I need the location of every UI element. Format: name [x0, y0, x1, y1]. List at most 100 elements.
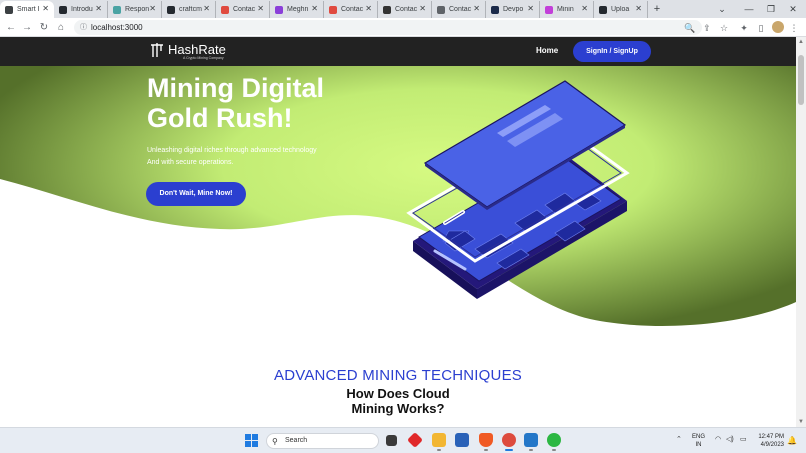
- battery-icon[interactable]: ▭: [740, 435, 747, 443]
- nav-home-link[interactable]: Home: [536, 46, 558, 55]
- language-line2: IN: [695, 442, 702, 448]
- tab-title: Contac: [341, 6, 364, 13]
- app-red-diamond-icon[interactable]: [407, 432, 423, 448]
- tab-search-button[interactable]: ⌄: [707, 0, 737, 18]
- clock[interactable]: 12:47 PM 4/9/2023: [754, 433, 784, 449]
- taskbar-search[interactable]: ⚲ Search: [266, 433, 379, 449]
- browser-tab[interactable]: Uploa ✕: [594, 1, 648, 18]
- file-explorer-icon[interactable]: [432, 433, 446, 451]
- tab-favicon-icon: [491, 5, 499, 14]
- scroll-down-icon[interactable]: ▼: [798, 419, 804, 425]
- search-icon: ⚲: [272, 437, 278, 446]
- clock-date: 4/9/2023: [760, 442, 784, 448]
- section-title: How Does Cloud Mining Works?: [0, 386, 796, 416]
- browser-tab[interactable]: Devpo ✕: [486, 1, 540, 18]
- site-navbar: HashRate A Crypto Mining Company Home Si…: [0, 37, 796, 66]
- new-tab-button[interactable]: +: [648, 1, 666, 18]
- address-bar[interactable]: ⓘ localhost:3000: [74, 20, 702, 35]
- browser-tab[interactable]: Respon ✕: [108, 1, 162, 18]
- browser-tab[interactable]: Introdu ✕: [54, 1, 108, 18]
- tab-favicon-icon: [545, 5, 553, 14]
- reload-icon[interactable]: ↻: [37, 21, 51, 35]
- tab-title: Devpo: [503, 6, 524, 13]
- section-title-line2: Mining Works?: [351, 401, 445, 416]
- browser-tab[interactable]: Contac ✕: [324, 1, 378, 18]
- tab-close-icon[interactable]: ✕: [203, 4, 210, 13]
- browser-tab[interactable]: Meghn ✕: [270, 1, 324, 18]
- vscode-icon[interactable]: [524, 433, 538, 451]
- notification-bell-icon[interactable]: 🔔: [787, 436, 797, 445]
- forward-icon[interactable]: →: [20, 21, 34, 35]
- tab-favicon-icon: [59, 5, 67, 14]
- tray-chevron-icon[interactable]: ⌃: [676, 435, 682, 443]
- taskbar-search-label: Search: [285, 437, 308, 444]
- mine-now-button[interactable]: Don't Wait, Mine Now!: [146, 182, 246, 206]
- start-windows-icon[interactable]: [245, 434, 258, 447]
- pickaxe-logo-icon: [151, 43, 163, 57]
- hashrate-logo[interactable]: HashRate A Crypto Mining Company: [150, 42, 226, 60]
- windows-taskbar: ⚲ Search ⌃ ENG IN ◠ ◁) ▭ 12:47 PM 4/9/20…: [0, 427, 806, 453]
- tab-close-icon[interactable]: ✕: [635, 4, 642, 13]
- browser-tab[interactable]: Smart I ✕: [0, 1, 54, 18]
- tab-favicon-icon: [167, 5, 175, 14]
- tab-title: Uploa: [611, 6, 630, 13]
- tab-title: craftcm: [179, 6, 202, 13]
- tab-close-icon[interactable]: ✕: [419, 4, 426, 13]
- tab-favicon-icon: [221, 5, 229, 14]
- task-view-icon[interactable]: [386, 435, 397, 446]
- tab-title: Contac: [233, 6, 256, 13]
- hero-background: [0, 37, 796, 326]
- tab-title: Smart I: [17, 6, 40, 13]
- hero-title: Mining Digital Gold Rush!: [147, 73, 324, 133]
- tab-close-icon[interactable]: ✕: [42, 4, 49, 13]
- browser-tab[interactable]: Contac ✕: [378, 1, 432, 18]
- tab-close-icon[interactable]: ✕: [365, 4, 372, 13]
- section-title-line1: How Does Cloud: [346, 386, 450, 401]
- zoom-icon[interactable]: 🔍: [683, 21, 697, 35]
- brave-browser-icon[interactable]: [479, 433, 493, 451]
- signin-signup-button[interactable]: SignIn / SignUp: [573, 41, 651, 62]
- language-line1: ENG: [692, 434, 706, 440]
- store-icon[interactable]: [455, 433, 469, 447]
- tab-favicon-icon: [599, 5, 607, 14]
- home-icon[interactable]: ⌂: [54, 21, 68, 35]
- tab-close-icon[interactable]: ✕: [527, 4, 534, 13]
- tab-close-icon[interactable]: ✕: [473, 4, 480, 13]
- tab-title: Meghn: [287, 6, 309, 13]
- browser-tab[interactable]: Contac ✕: [432, 1, 486, 18]
- tab-close-icon[interactable]: ✕: [311, 4, 318, 13]
- tab-close-icon[interactable]: ✕: [581, 4, 588, 13]
- scroll-up-icon[interactable]: ▲: [798, 39, 804, 45]
- clock-time: 12:47 PM: [758, 434, 784, 440]
- tab-title: Contac: [395, 6, 418, 13]
- brand-name: HashRate: [168, 42, 226, 57]
- hero-subtitle-line2: And with secure operations.: [147, 159, 234, 166]
- browser-menu-icon[interactable]: ⋮: [787, 21, 801, 35]
- tab-close-icon[interactable]: ✕: [95, 4, 102, 13]
- close-window-button[interactable]: ✕: [778, 0, 806, 18]
- scrollbar-thumb[interactable]: [798, 55, 804, 105]
- browser-tab[interactable]: Contac ✕: [216, 1, 270, 18]
- tab-title: Minin: [557, 6, 574, 13]
- page-scrollbar[interactable]: ▲ ▼: [796, 37, 806, 427]
- profile-avatar[interactable]: [772, 21, 784, 33]
- sidebar-icon[interactable]: ▯: [754, 21, 768, 35]
- whatsapp-icon[interactable]: [547, 433, 561, 451]
- browser-tab[interactable]: Minin ✕: [540, 1, 594, 18]
- language-indicator[interactable]: ENG IN: [692, 433, 705, 449]
- back-icon[interactable]: ←: [4, 21, 18, 35]
- site-info-icon[interactable]: ⓘ: [80, 20, 87, 35]
- share-icon[interactable]: ⇪: [700, 21, 714, 35]
- wifi-icon[interactable]: ◠: [715, 435, 721, 443]
- volume-icon[interactable]: ◁): [726, 435, 734, 443]
- chrome-icon[interactable]: [502, 433, 516, 451]
- bookmark-star-icon[interactable]: ☆: [717, 21, 731, 35]
- browser-tab[interactable]: craftcm ✕: [162, 1, 216, 18]
- tab-favicon-icon: [5, 5, 13, 14]
- tab-close-icon[interactable]: ✕: [149, 4, 156, 13]
- extensions-icon[interactable]: ✦: [737, 21, 751, 35]
- tab-favicon-icon: [113, 5, 121, 14]
- tab-close-icon[interactable]: ✕: [257, 4, 264, 13]
- tab-favicon-icon: [383, 5, 391, 14]
- page-viewport: HashRate A Crypto Mining Company Home Si…: [0, 37, 796, 427]
